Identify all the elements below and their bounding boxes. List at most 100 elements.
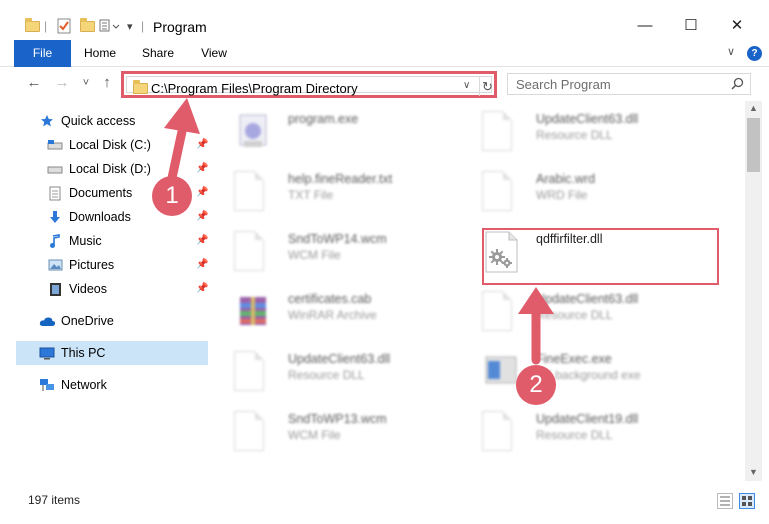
dll-file-icon	[234, 351, 272, 393]
search-box[interactable]	[507, 73, 751, 95]
pictures-icon	[46, 257, 64, 273]
pin-icon[interactable]: 📌	[196, 259, 208, 270]
tab-share[interactable]: Share	[136, 40, 180, 67]
folder-icon	[133, 80, 148, 94]
scroll-up-icon[interactable]: ▲	[749, 103, 758, 113]
scroll-down-icon[interactable]: ▼	[749, 467, 758, 477]
dll-file-icon	[482, 291, 520, 333]
file-item[interactable]: program.exe	[210, 103, 446, 159]
status-bar: 197 items	[0, 481, 769, 524]
pin-icon[interactable]: 📌	[196, 139, 208, 150]
refresh-button[interactable]: ↻	[482, 79, 493, 95]
file-item[interactable]: UpdateClient63.dll Resource DLL	[458, 103, 694, 159]
file-type: WCM File	[288, 428, 341, 442]
exe-file-icon	[482, 351, 520, 393]
tab-home[interactable]: Home	[78, 40, 122, 67]
separator	[479, 77, 480, 96]
file-type: WinRAR Archive	[288, 308, 377, 322]
quick-access-dropdown-icon[interactable]: ▾	[127, 17, 133, 35]
maximize-button[interactable]: ☐	[668, 10, 714, 40]
customize-toolbar-icon[interactable]	[99, 17, 123, 35]
title-bar: | ▾ | Program — ☐ ✕	[0, 0, 769, 40]
file-name: Arabic.wrd	[536, 172, 596, 186]
item-count: 197 items	[28, 493, 81, 507]
separator: |	[141, 19, 145, 33]
up-button[interactable]: ↑	[97, 73, 117, 93]
file-name: help.fineReader.txt	[288, 172, 393, 186]
back-button[interactable]: ←	[24, 73, 44, 93]
address-dropdown-icon[interactable]: ∨	[463, 80, 470, 91]
pin-icon[interactable]: 📌	[196, 163, 208, 174]
file-type: TXT File	[288, 188, 334, 202]
file-item[interactable]: UpdateClient63.dll Resource DLL	[458, 283, 694, 339]
sidebar-item-label: Pictures	[69, 258, 115, 272]
pin-icon[interactable]: 📌	[196, 211, 208, 222]
step-marker-2: 2	[516, 365, 556, 405]
file-name: program.exe	[288, 112, 359, 126]
sidebar-item-label: This PC	[61, 346, 106, 360]
folder-icon[interactable]	[25, 17, 40, 35]
file-item[interactable]: SndToWP13.wcm WCM File	[210, 403, 446, 459]
search-icon[interactable]	[731, 77, 744, 93]
navigation-pane: Quick access Local Disk (C:) Local Disk …	[0, 101, 210, 481]
file-name: SndToWP13.wcm	[288, 412, 387, 426]
file-name: UpdateClient63.dll	[536, 292, 639, 306]
pin-icon[interactable]: 📌	[196, 235, 208, 246]
file-type: WRD File	[536, 188, 588, 202]
download-icon	[46, 209, 64, 225]
file-list: program.exe UpdateClient63.dll Resource …	[210, 101, 744, 481]
pin-icon[interactable]: 📌	[196, 187, 208, 198]
file-type: Resource DLL	[536, 308, 613, 322]
large-icons-view-button[interactable]	[739, 493, 755, 509]
help-icon[interactable]: ?	[747, 46, 762, 61]
videos-icon	[46, 281, 64, 297]
sidebar-item-label: Videos	[69, 282, 107, 296]
tab-view[interactable]: View	[194, 40, 234, 67]
new-folder-icon[interactable]	[80, 17, 95, 35]
sidebar-item-label: OneDrive	[61, 314, 114, 328]
step-marker-1: 1	[152, 176, 192, 216]
file-item[interactable]: UpdateClient63.dll Resource DLL	[210, 343, 446, 399]
address-bar[interactable]: C:\Program Files\Program Directory ∨ ↻	[121, 71, 497, 98]
cloud-icon	[38, 313, 56, 329]
window-title: Program	[153, 19, 207, 35]
network-icon	[38, 377, 56, 393]
drive-icon	[46, 137, 64, 153]
file-type: Resource DLL	[536, 428, 613, 442]
star-icon	[38, 113, 56, 129]
close-button[interactable]: ✕	[714, 10, 760, 40]
file-item[interactable]: help.fineReader.txt TXT File	[210, 163, 446, 219]
wcm-file-icon	[234, 411, 272, 453]
minimize-button[interactable]: —	[622, 10, 668, 40]
file-item[interactable]: UpdateClient19.dll Resource DLL	[458, 403, 694, 459]
file-item[interactable]: FineExec.exe BY background exe	[458, 343, 694, 399]
details-view-button[interactable]	[717, 493, 733, 509]
vertical-scrollbar[interactable]: ▲ ▼	[745, 101, 762, 481]
exe-file-icon	[234, 111, 272, 153]
address-path[interactable]: C:\Program Files\Program Directory	[151, 81, 358, 96]
tab-file[interactable]: File	[14, 40, 71, 67]
file-type: Resource DLL	[288, 368, 365, 382]
dll-file-icon	[482, 411, 520, 453]
sidebar-item-this-pc[interactable]: This PC	[16, 341, 208, 365]
drive-icon	[46, 161, 64, 177]
scrollbar-thumb[interactable]	[747, 118, 760, 172]
file-name: SndToWP14.wcm	[288, 232, 387, 246]
forward-button[interactable]: →	[52, 73, 72, 93]
file-item[interactable]: SndToWP14.wcm WCM File	[210, 223, 446, 279]
collapse-ribbon-icon[interactable]: ∨	[727, 45, 735, 58]
separator: |	[44, 19, 48, 33]
file-item[interactable]: certificates.cab WinRAR Archive	[210, 283, 446, 339]
music-icon	[46, 233, 64, 249]
recent-locations-button[interactable]: ˅	[76, 73, 96, 93]
file-item[interactable]: Arabic.wrd WRD File	[458, 163, 694, 219]
pin-icon[interactable]: 📌	[196, 283, 208, 294]
sidebar-item-label: Music	[69, 234, 102, 248]
ribbon: File Home Share View ∨ ?	[0, 40, 769, 67]
documents-icon	[46, 185, 64, 201]
file-highlight-box	[482, 228, 719, 285]
file-name: certificates.cab	[288, 292, 372, 306]
search-input[interactable]	[508, 74, 718, 94]
sidebar-item-label: Local Disk (D:)	[69, 162, 151, 176]
properties-icon[interactable]	[57, 17, 71, 35]
